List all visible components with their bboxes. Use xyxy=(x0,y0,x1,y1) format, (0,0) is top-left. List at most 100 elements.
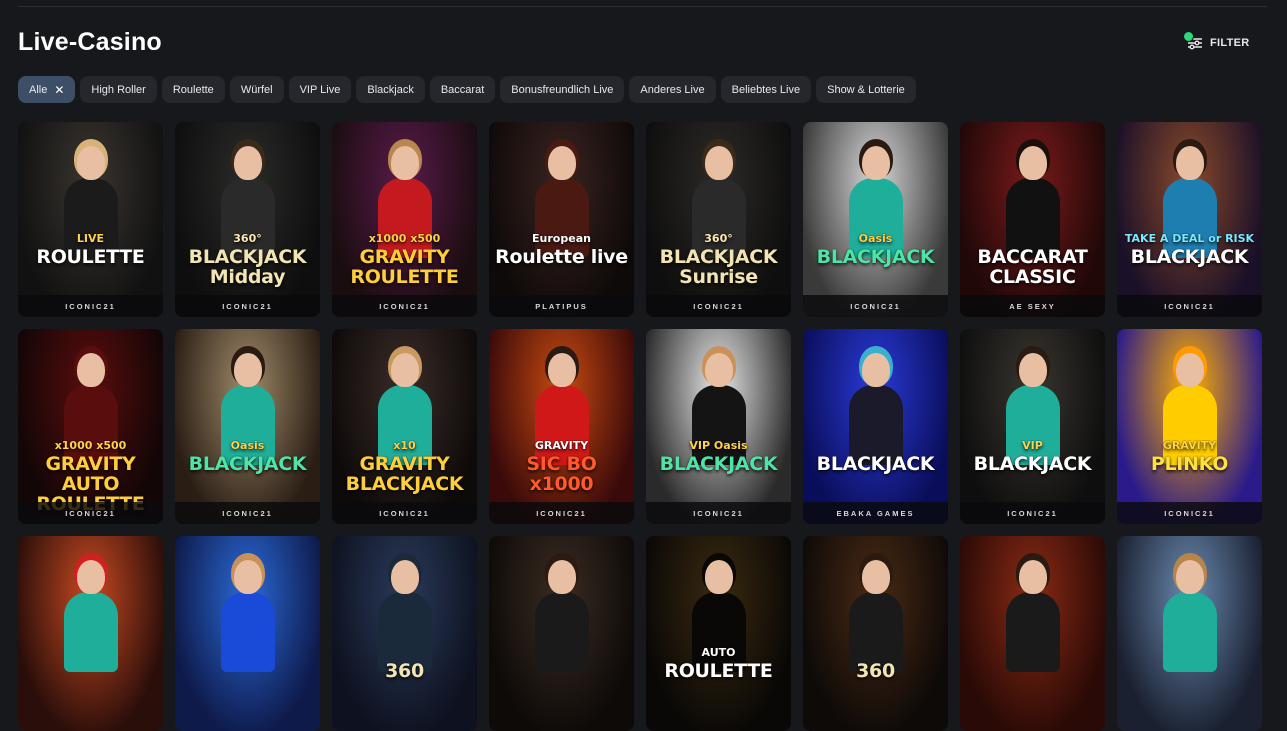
game-tile[interactable] xyxy=(960,536,1105,731)
game-tile[interactable] xyxy=(175,536,320,731)
game-subtitle: x1000 x500 xyxy=(54,439,127,452)
filter-button[interactable]: FILTER xyxy=(1183,31,1250,52)
game-title: GRAVITY BLACKJACK xyxy=(345,453,464,495)
category-chip[interactable]: High Roller xyxy=(80,76,157,103)
dealer-image xyxy=(377,552,432,672)
category-chip[interactable]: Roulette xyxy=(161,76,225,103)
dealer-image xyxy=(1005,552,1060,672)
game-tile[interactable] xyxy=(18,536,163,731)
category-chip[interactable]: Show & Lotterie xyxy=(816,76,916,103)
game-tile[interactable] xyxy=(1117,536,1262,731)
game-subtitle: Oasis xyxy=(230,439,265,452)
game-title: SIC BO x1000 xyxy=(526,453,597,495)
category-chip-label: Beliebtes Live xyxy=(731,83,801,96)
game-grid: LIVE ROULETTE ICONIC21 360° BLACKJACK Midday… xyxy=(18,122,1262,731)
category-chip[interactable]: VIP Live xyxy=(288,76,352,103)
game-provider: ICONIC21 xyxy=(332,295,477,317)
game-subtitle: European xyxy=(532,232,591,245)
game-title: BLACKJACK xyxy=(1130,246,1249,268)
game-tile[interactable]: Oasis BLACKJACK ICONIC21 xyxy=(175,329,320,524)
game-tile[interactable]: GRAVITY SIC BO x1000 ICONIC21 xyxy=(489,329,634,524)
game-subtitle: VIP Oasis xyxy=(689,439,748,452)
filter-active-badge xyxy=(1183,31,1194,42)
game-tile[interactable]: LIVE ROULETTE ICONIC21 xyxy=(18,122,163,317)
category-chip-label: Bonusfreundlich Live xyxy=(511,83,614,96)
game-title: ROULETTE xyxy=(36,246,145,268)
category-chip-label: Blackjack xyxy=(367,83,414,96)
game-tile[interactable]: 360° BLACKJACK Midday ICONIC21 xyxy=(175,122,320,317)
game-tile[interactable]: 360 xyxy=(803,536,948,731)
game-tile[interactable]: x1000 x500 GRAVITY ROULETTE ICONIC21 xyxy=(332,122,477,317)
game-title: BLACKJACK xyxy=(816,246,935,268)
game-title: BLACKJACK Sunrise xyxy=(659,246,778,288)
sliders-icon xyxy=(1183,31,1204,52)
game-provider: ICONIC21 xyxy=(18,502,163,524)
game-tile[interactable]: x1000 x500GRAVITY AUTO ROULETTEICONIC21 xyxy=(18,329,163,524)
category-chip[interactable]: Beliebtes Live xyxy=(720,76,812,103)
game-provider: EBAKA GAMES xyxy=(803,502,948,524)
game-title: GRAVITY ROULETTE xyxy=(350,246,459,288)
game-provider: ICONIC21 xyxy=(646,502,791,524)
game-tile[interactable]: x10 GRAVITY BLACKJACK ICONIC21 xyxy=(332,329,477,524)
game-subtitle: TAKE A DEAL or RISK xyxy=(1124,232,1255,245)
game-subtitle: x1000 x500 xyxy=(368,232,441,245)
dealer-image xyxy=(1162,552,1217,672)
category-chip[interactable]: Alle ✕ xyxy=(18,76,76,103)
filter-label: FILTER xyxy=(1210,37,1250,49)
game-subtitle: VIP xyxy=(1022,439,1043,452)
game-tile[interactable]: European Roulette live PLATIPUS xyxy=(489,122,634,317)
game-tile[interactable]: BLACKJACK EBAKA GAMES xyxy=(803,329,948,524)
game-tile[interactable]: VIP BLACKJACK ICONIC21 xyxy=(960,329,1105,524)
category-chips: Alle ✕ High Roller Roulette Würfel VIP Live Bl… xyxy=(18,76,916,103)
category-chip-label: Roulette xyxy=(172,83,214,96)
category-chip-label: Anderes Live xyxy=(640,83,705,96)
game-tile[interactable]: BACCARAT CLASSIC AE SEXY xyxy=(960,122,1105,317)
game-title: BLACKJACK xyxy=(188,453,307,475)
page-title: Live-Casino xyxy=(18,28,162,56)
category-chip-label: High Roller xyxy=(91,83,146,96)
category-chip[interactable]: Baccarat xyxy=(429,76,496,103)
game-provider: ICONIC21 xyxy=(175,502,320,524)
category-chip[interactable]: Würfel xyxy=(229,76,284,103)
game-title: 360 xyxy=(385,660,424,682)
game-title: PLINKO xyxy=(1150,453,1229,475)
game-provider: ICONIC21 xyxy=(646,295,791,317)
top-divider xyxy=(18,6,1267,7)
dealer-image xyxy=(848,552,903,672)
game-provider: PLATIPUS xyxy=(489,295,634,317)
game-tile[interactable]: 360 xyxy=(332,536,477,731)
game-title: BACCARAT CLASSIC xyxy=(977,246,1088,288)
category-chip-label: Alle xyxy=(29,83,48,96)
game-title: BLACKJACK xyxy=(659,453,778,475)
game-title: BLACKJACK xyxy=(816,453,935,475)
game-tile[interactable]: VIP Oasis BLACKJACK ICONIC21 xyxy=(646,329,791,524)
game-provider: ICONIC21 xyxy=(960,502,1105,524)
category-chip[interactable]: Bonusfreundlich Live xyxy=(500,76,625,103)
game-provider: ICONIC21 xyxy=(332,502,477,524)
category-chip[interactable]: Blackjack xyxy=(356,76,425,103)
close-icon[interactable]: ✕ xyxy=(54,84,64,96)
game-tile[interactable]: GRAVITY PLINKO ICONIC21 xyxy=(1117,329,1262,524)
game-subtitle: 360° xyxy=(704,232,733,245)
game-provider: ICONIC21 xyxy=(1117,502,1262,524)
game-title: BLACKJACK Midday xyxy=(188,246,307,288)
game-tile[interactable]: 360° BLACKJACK Sunrise ICONIC21 xyxy=(646,122,791,317)
game-subtitle: 360° xyxy=(233,232,262,245)
game-tile[interactable]: Oasis BLACKJACK ICONIC21 xyxy=(803,122,948,317)
category-chip[interactable]: Anderes Live xyxy=(629,76,716,103)
game-tile[interactable]: AUTO ROULETTE xyxy=(646,536,791,731)
dealer-image xyxy=(1005,138,1060,258)
category-chip-label: VIP Live xyxy=(299,83,341,96)
dealer-image xyxy=(220,552,275,672)
game-tile[interactable] xyxy=(489,536,634,731)
game-provider: ICONIC21 xyxy=(175,295,320,317)
game-provider: ICONIC21 xyxy=(18,295,163,317)
dealer-image xyxy=(534,552,589,672)
game-title: BLACKJACK xyxy=(973,453,1092,475)
dealer-image xyxy=(63,552,118,672)
game-provider: AE SEXY xyxy=(960,295,1105,317)
category-chip-label: Baccarat xyxy=(440,83,485,96)
game-title: ROULETTE xyxy=(664,660,773,682)
category-chip-label: Show & Lotterie xyxy=(827,83,905,96)
game-tile[interactable]: TAKE A DEAL or RISK BLACKJACK ICONIC21 xyxy=(1117,122,1262,317)
